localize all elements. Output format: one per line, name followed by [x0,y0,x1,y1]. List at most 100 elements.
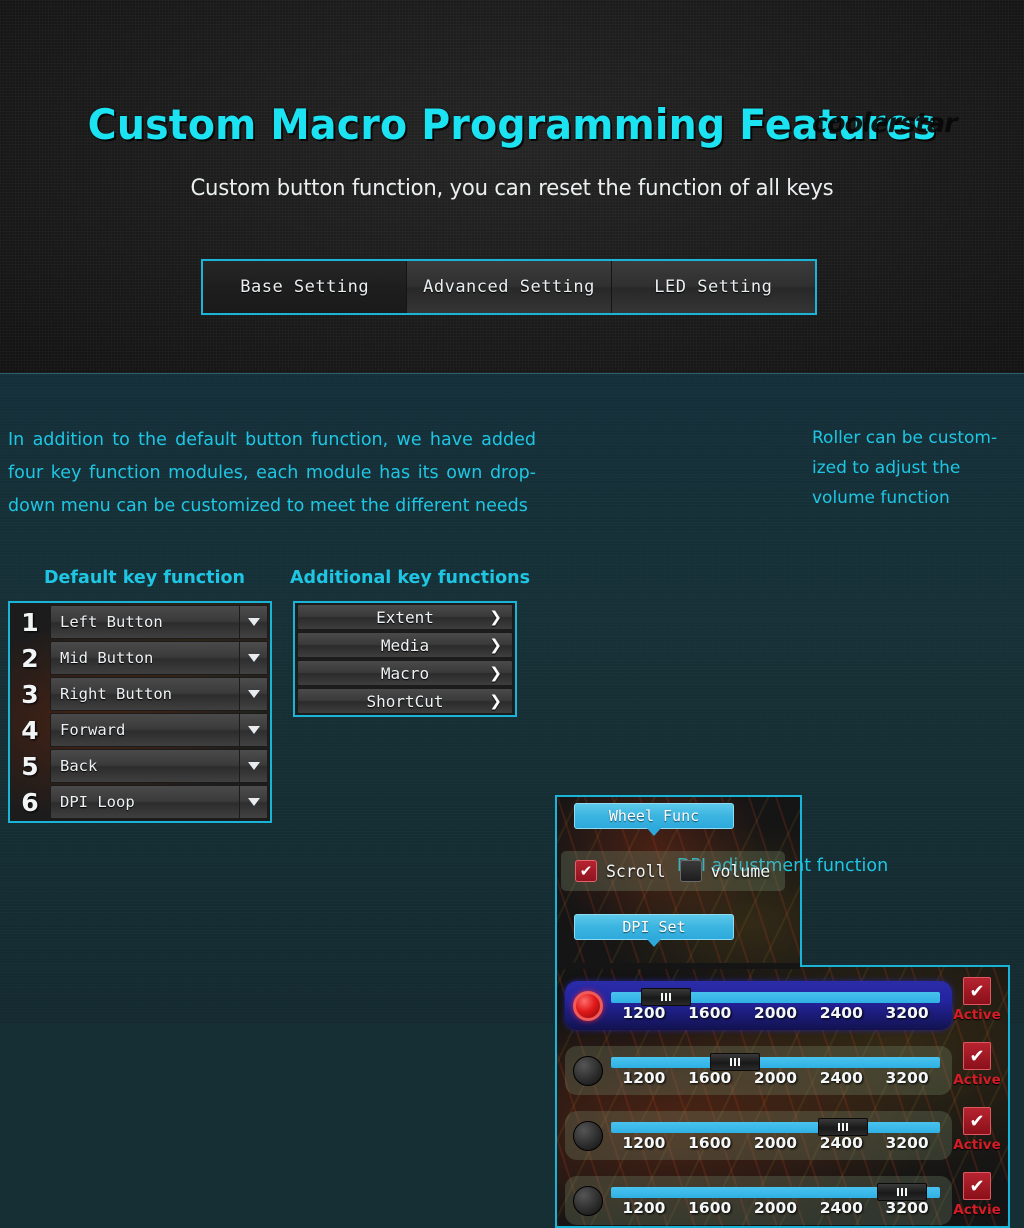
dpi-tick: 2400 [819,1068,863,1087]
dpi-slider[interactable]: 1200 1600 2000 2400 3200 [611,1052,940,1089]
watermark: coolerstar [812,108,957,139]
key-dropdown-label: Forward [60,721,126,739]
dpi-tick: 2400 [819,1003,863,1022]
check-icon[interactable]: ✔ [963,1172,991,1200]
default-key-function-panel: 1 2 3 4 5 6 Left Button Mid Button Right… [8,601,272,823]
chevron-down-icon[interactable] [239,606,267,638]
dpi-row[interactable]: 1200 1600 2000 2400 3200 [565,981,952,1030]
dpi-active-toggle[interactable]: ✔ Active [953,1042,1001,1088]
wheel-func-options: ✔ Scroll volume [561,851,785,891]
settings-tabbar: Base Setting Advanced Setting LED Settin… [201,259,817,315]
dpi-row[interactable]: 1200 1600 2000 2400 3200 [565,1111,952,1160]
key-index: 5 [21,751,39,781]
feature-section: In addition to the default button functi… [0,373,1024,1228]
dpi-tick: 2000 [753,1133,798,1152]
dpi-set-panel: 1200 1600 2000 2400 3200 1200 1600 2000 … [555,965,1010,1228]
chevron-down-icon[interactable] [239,642,267,674]
key-dropdown-mid-button[interactable]: Mid Button [50,641,268,675]
key-index: 2 [21,644,39,674]
dpi-active-label: Active [953,1072,1001,1088]
key-dropdown-forward[interactable]: Forward [50,713,268,747]
dpi-tick: 1200 [622,1068,666,1087]
dpi-slider-track[interactable] [611,1121,940,1133]
dpi-set-bubble[interactable]: DPI Set [574,914,734,940]
checkbox-volume[interactable] [679,860,702,882]
dpi-row[interactable]: 1200 1600 2000 2400 3200 [565,1176,952,1225]
dpi-tick-labels: 1200 1600 2000 2400 3200 [611,1004,940,1022]
chevron-right-icon: ❯ [489,608,502,626]
check-icon[interactable]: ✔ [963,977,991,1005]
key-index: 4 [21,715,39,745]
key-dropdown-label: DPI Loop [60,793,135,811]
dpi-tick: 2400 [819,1133,863,1152]
dpi-slider[interactable]: 1200 1600 2000 2400 3200 [611,1182,940,1219]
menu-item-label: Extent [376,607,434,627]
dpi-slider[interactable]: 1200 1600 2000 2400 3200 [611,987,940,1024]
key-index: 1 [21,608,39,638]
chevron-down-icon[interactable] [239,714,267,746]
menu-item-extent[interactable]: Extent ❯ [297,604,513,630]
chevron-down-icon[interactable] [239,786,267,818]
dpi-tick: 3200 [885,1003,929,1022]
check-icon[interactable]: ✔ [963,1107,991,1135]
key-dropdown-left-button[interactable]: Left Button [50,605,268,639]
dpi-active-toggle[interactable]: ✔ Active [953,1107,1001,1153]
dpi-led-indicator[interactable] [573,1185,603,1216]
menu-item-label: Macro [380,663,430,683]
page-subtitle: Custom button function, you can reset th… [190,176,834,201]
default-key-function-title: Default key function [44,568,246,588]
wheel-func-bubble[interactable]: Wheel Func [574,803,734,829]
dpi-tick-labels: 1200 1600 2000 2400 3200 [611,1199,940,1217]
dpi-tick: 3200 [885,1133,929,1152]
key-dropdown-label: Mid Button [60,649,154,667]
dpi-tick: 1200 [622,1003,666,1022]
checkbox-volume-label: volume [710,861,771,881]
dpi-active-toggle[interactable]: ✔ Actvie [953,1172,1001,1218]
dpi-slider-track[interactable] [611,1056,940,1068]
menu-item-media[interactable]: Media ❯ [297,632,513,658]
dpi-tick: 1600 [688,1133,732,1152]
chevron-down-icon[interactable] [239,678,267,710]
dpi-tick: 3200 [885,1068,929,1087]
dpi-tick-labels: 1200 1600 2000 2400 3200 [611,1134,940,1152]
menu-item-shortcut[interactable]: ShortCut ❯ [297,688,513,714]
dpi-tick: 2400 [819,1198,863,1217]
tab-led-setting[interactable]: LED Setting [611,261,815,313]
key-dropdown-label: Left Button [60,613,163,631]
chevron-down-icon[interactable] [239,750,267,782]
dpi-slider[interactable]: 1200 1600 2000 2400 3200 [611,1117,940,1154]
key-dropdown-back[interactable]: Back [50,749,268,783]
dpi-tick: 2000 [753,1198,798,1217]
tab-advanced-setting[interactable]: Advanced Setting [407,261,612,313]
dpi-led-indicator[interactable] [573,1055,603,1086]
dpi-tick-labels: 1200 1600 2000 2400 3200 [611,1069,940,1087]
dpi-led-indicator[interactable] [573,1120,603,1151]
dpi-active-label: Active [953,1007,1001,1023]
panel-seam [557,963,800,969]
dpi-tick: 2000 [753,1003,798,1022]
chevron-right-icon: ❯ [489,664,502,682]
dpi-row[interactable]: 1200 1600 2000 2400 3200 [565,1046,952,1095]
dpi-tick: 3200 [885,1198,929,1217]
dpi-active-toggle[interactable]: ✔ Active [953,977,1001,1023]
roller-note: Roller can be custom-ized to adjust the … [812,428,998,508]
key-dropdown-column: Left Button Mid Button Right Button Forw… [50,603,270,821]
dpi-tick: 1600 [688,1003,732,1022]
checkbox-scroll-label: Scroll [606,861,666,881]
dpi-tick: 1200 [622,1133,666,1152]
menu-item-macro[interactable]: Macro ❯ [297,660,513,686]
tab-base-setting[interactable]: Base Setting [203,261,408,313]
dpi-active-label: Active [953,1137,1001,1153]
hero-banner: Custom Macro Programming Features cooler… [0,0,1024,373]
key-dropdown-dpi-loop[interactable]: DPI Loop [50,785,268,819]
key-dropdown-right-button[interactable]: Right Button [50,677,268,711]
checkbox-scroll[interactable]: ✔ [575,860,597,882]
key-index: 6 [21,787,39,817]
key-index: 3 [21,680,39,710]
dpi-tick: 1600 [688,1198,732,1217]
key-dropdown-label: Back [60,757,98,775]
check-icon[interactable]: ✔ [963,1042,991,1070]
dpi-led-indicator[interactable] [573,990,603,1021]
key-dropdown-label: Right Button [60,685,172,703]
intro-paragraph: In addition to the default button functi… [8,430,536,516]
